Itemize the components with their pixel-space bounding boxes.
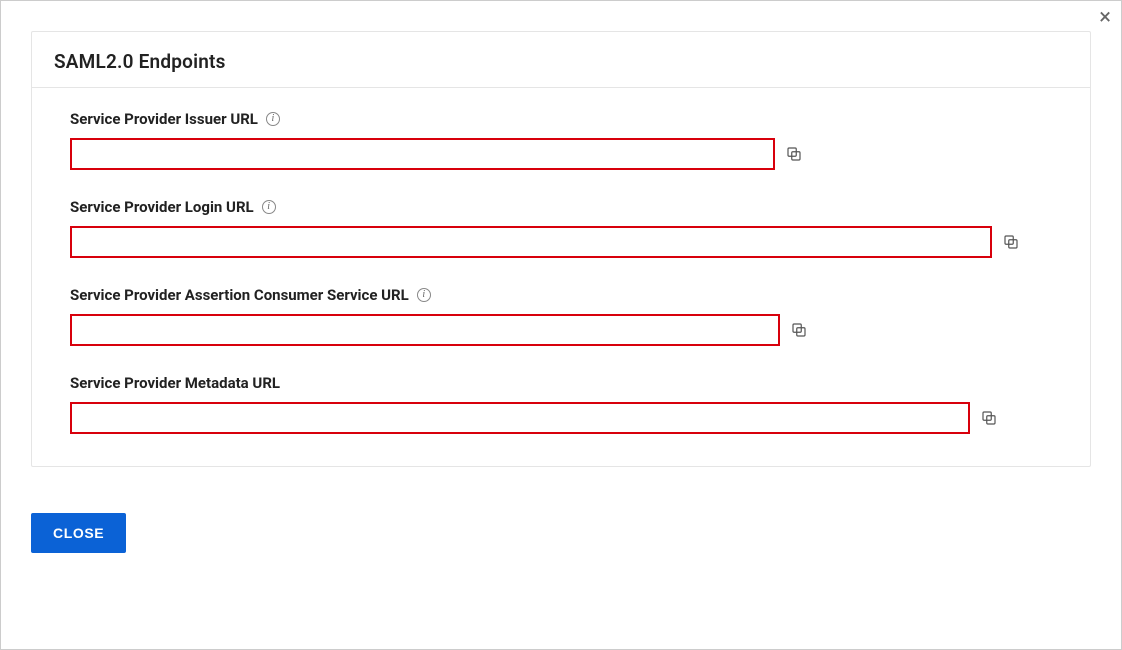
copy-icon[interactable] <box>785 145 803 163</box>
issuer-url-value[interactable] <box>70 138 775 170</box>
login-url-label: Service Provider Login URL <box>70 198 254 216</box>
copy-icon[interactable] <box>980 409 998 427</box>
metadata-url-label: Service Provider Metadata URL <box>70 374 280 392</box>
close-button[interactable]: CLOSE <box>31 513 126 553</box>
close-icon[interactable]: × <box>1099 7 1111 29</box>
card-title: SAML2.0 Endpoints <box>54 50 226 73</box>
login-url-value[interactable] <box>70 226 992 258</box>
info-icon[interactable]: i <box>262 200 276 214</box>
metadata-url-value[interactable] <box>70 402 970 434</box>
info-icon[interactable]: i <box>417 288 431 302</box>
saml-endpoints-dialog: × SAML2.0 Endpoints Service Provider Iss… <box>0 0 1122 650</box>
copy-icon[interactable] <box>1002 233 1020 251</box>
copy-icon[interactable] <box>790 321 808 339</box>
field-issuer-url: Service Provider Issuer URL i <box>70 110 1056 170</box>
card-body: Service Provider Issuer URL i Service Pr… <box>32 88 1090 466</box>
field-login-url: Service Provider Login URL i <box>70 198 1056 258</box>
endpoints-card: SAML2.0 Endpoints Service Provider Issue… <box>31 31 1091 467</box>
issuer-url-label: Service Provider Issuer URL <box>70 110 258 128</box>
card-header: SAML2.0 Endpoints <box>32 32 1090 88</box>
field-acs-url: Service Provider Assertion Consumer Serv… <box>70 286 1056 346</box>
dialog-footer: CLOSE <box>31 513 1091 553</box>
acs-url-label: Service Provider Assertion Consumer Serv… <box>70 286 409 304</box>
field-metadata-url: Service Provider Metadata URL <box>70 374 1056 434</box>
info-icon[interactable]: i <box>266 112 280 126</box>
acs-url-value[interactable] <box>70 314 780 346</box>
